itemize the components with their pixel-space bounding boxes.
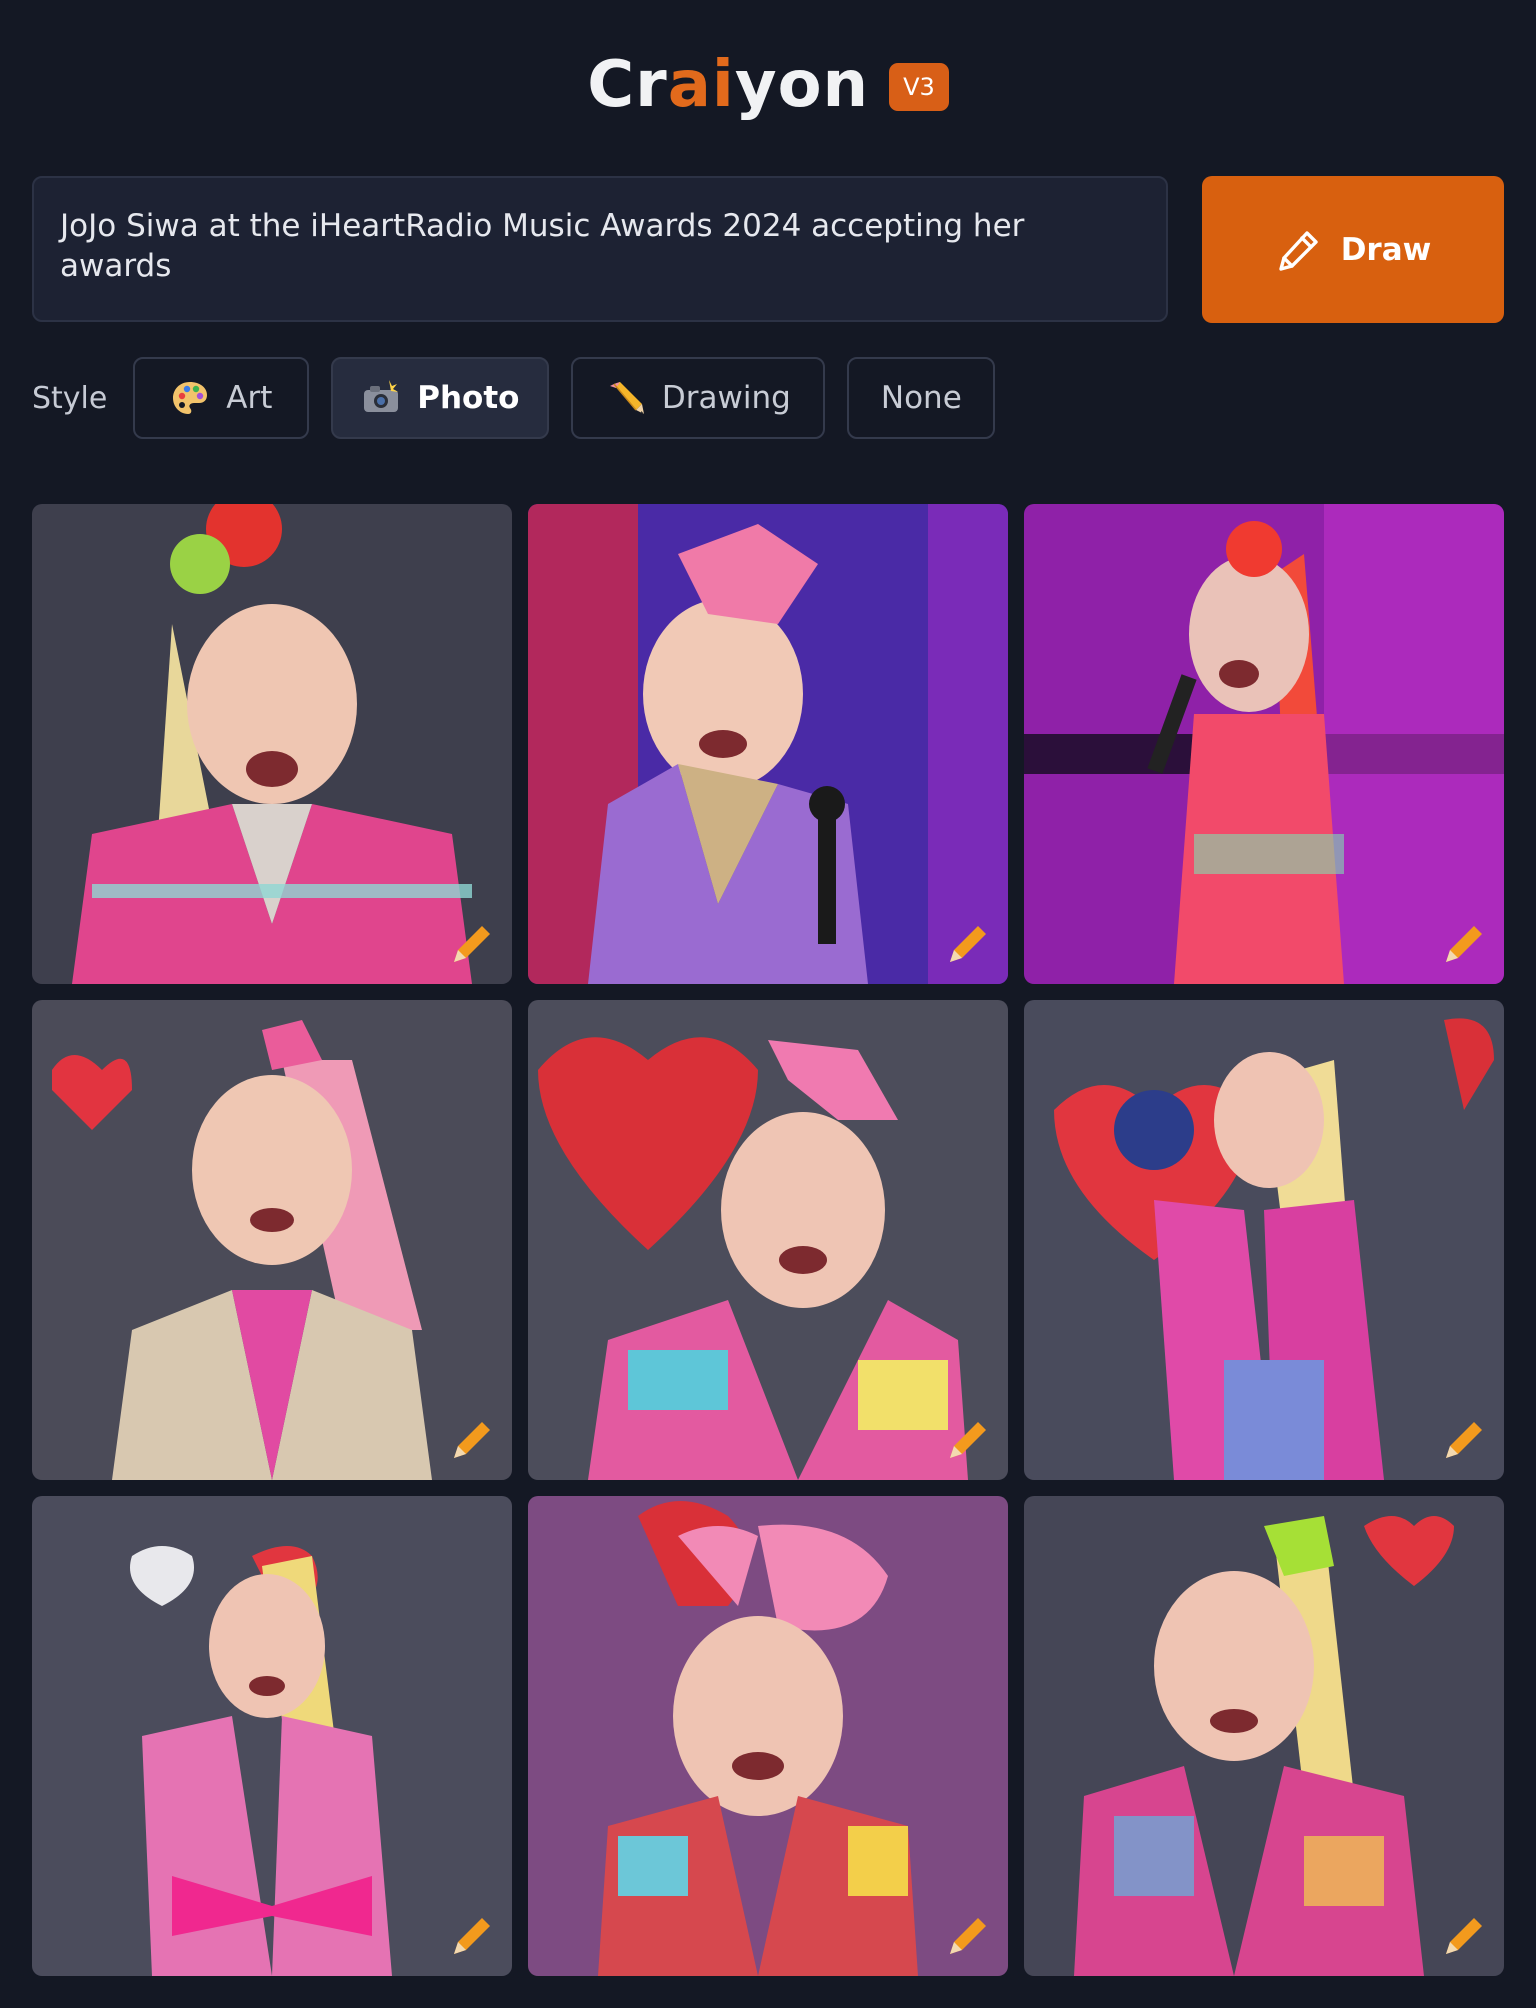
edit-pencil-icon[interactable] (940, 918, 992, 970)
style-option-none[interactable]: None (847, 357, 996, 439)
edit-pencil-icon[interactable] (1436, 918, 1488, 970)
style-option-photo[interactable]: Photo (331, 357, 550, 439)
style-option-none-label: None (880, 380, 962, 416)
camera-flash-icon (361, 378, 401, 418)
version-badge: V3 (889, 63, 949, 111)
generated-image (32, 1000, 512, 1480)
header: Craiyon V3 (0, 40, 1536, 130)
edit-pencil-icon[interactable] (940, 1910, 992, 1962)
generated-image (528, 1000, 1008, 1480)
logo-text-middle: i (711, 48, 735, 122)
edit-pencil-icon[interactable] (444, 1414, 496, 1466)
style-option-art[interactable]: Art (133, 357, 310, 439)
generated-image (528, 1496, 1008, 1976)
palette-icon (170, 378, 210, 418)
result-image-9[interactable] (1024, 1496, 1504, 1976)
generated-image (1024, 504, 1504, 984)
pencil-icon (1279, 230, 1318, 271)
result-image-5[interactable] (528, 1000, 1008, 1480)
style-option-drawing-label: Drawing (661, 380, 791, 416)
result-image-7[interactable] (32, 1496, 512, 1976)
result-image-6[interactable] (1024, 1000, 1504, 1480)
pencil-emoji-icon (606, 378, 646, 418)
generated-image (32, 1496, 512, 1976)
edit-pencil-icon[interactable] (444, 1910, 496, 1962)
generated-image (1024, 1000, 1504, 1480)
edit-pencil-icon[interactable] (940, 1414, 992, 1466)
prompt-input[interactable]: JoJo Siwa at the iHeartRadio Music Award… (32, 176, 1168, 322)
edit-pencil-icon[interactable] (1436, 1414, 1488, 1466)
edit-pencil-icon[interactable] (444, 918, 496, 970)
edit-pencil-icon[interactable] (1436, 1910, 1488, 1962)
draw-button-label: Draw (1340, 231, 1432, 268)
result-image-1[interactable] (32, 504, 512, 984)
craiyon-logo[interactable]: Craiyon (587, 48, 869, 122)
style-option-photo-label: Photo (417, 380, 520, 416)
result-image-3[interactable] (1024, 504, 1504, 984)
result-image-4[interactable] (32, 1000, 512, 1480)
result-image-8[interactable] (528, 1496, 1008, 1976)
result-image-2[interactable] (528, 504, 1008, 984)
logo-text-prefix: Cr (587, 48, 668, 122)
logo-text-suffix: yon (734, 48, 870, 122)
generated-image (32, 504, 512, 984)
style-label: Style (32, 380, 108, 416)
generated-image (528, 504, 1008, 984)
generated-image (1024, 1496, 1504, 1976)
draw-button[interactable]: Draw (1202, 176, 1504, 323)
style-selector: Style Art Photo Drawing None (32, 356, 1017, 440)
logo-text-accent: a (667, 48, 712, 122)
style-option-art-label: Art (226, 380, 273, 416)
style-option-drawing[interactable]: Drawing (571, 357, 826, 439)
